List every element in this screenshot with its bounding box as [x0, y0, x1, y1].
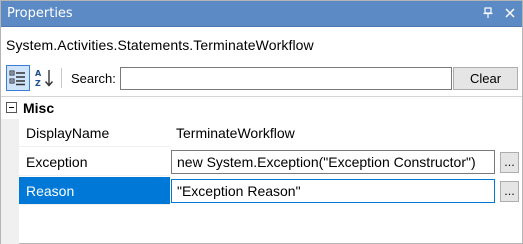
search-input[interactable] [120, 67, 452, 90]
property-row-displayname[interactable]: DisplayName TerminateWorkflow [19, 119, 522, 148]
property-row-reason[interactable]: Reason "Exception Reason" ... [19, 177, 522, 206]
pin-icon[interactable] [479, 4, 497, 22]
svg-text:Z: Z [35, 79, 41, 88]
property-grid: Misc DisplayName TerminateWorkflow Excep… [1, 96, 522, 244]
clear-button[interactable]: Clear [453, 67, 518, 90]
properties-window: Properties System.Activities.Statements.… [0, 0, 523, 244]
reason-ellipsis-button[interactable]: ... [500, 181, 519, 202]
collapse-icon[interactable] [6, 102, 17, 113]
properties-toolbar: A Z Search: Clear [1, 63, 522, 94]
toolbar-separator [61, 68, 62, 88]
property-name[interactable]: Exception [19, 148, 170, 176]
window-title: Properties [7, 6, 73, 21]
exception-ellipsis-button[interactable]: ... [500, 152, 519, 173]
property-value[interactable]: TerminateWorkflow [172, 119, 517, 147]
reason-value-field[interactable]: "Exception Reason" [171, 179, 495, 203]
category-label: Misc [23, 100, 55, 116]
close-icon[interactable] [501, 4, 519, 22]
selected-type-label: System.Activities.Statements.TerminateWo… [6, 37, 314, 53]
search-label: Search: [71, 71, 116, 86]
property-row-exception[interactable]: Exception new System.Exception("Exceptio… [19, 148, 522, 177]
svg-text:A: A [35, 69, 42, 78]
categorized-view-icon[interactable] [6, 65, 30, 91]
title-bar: Properties [1, 1, 522, 27]
sort-alphabetical-icon[interactable]: A Z [33, 65, 57, 91]
grid-gutter [1, 119, 19, 244]
exception-value-field[interactable]: new System.Exception("Exception Construc… [171, 150, 495, 174]
property-name-selected[interactable]: Reason [19, 177, 170, 205]
property-name[interactable]: DisplayName [19, 119, 170, 147]
category-row-misc[interactable]: Misc [1, 98, 522, 119]
